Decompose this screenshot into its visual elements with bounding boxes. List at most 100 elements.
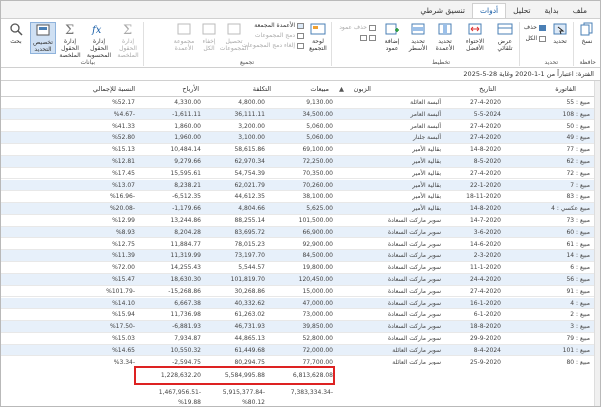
- col-header-cost[interactable]: التكلفة: [231, 81, 271, 97]
- table-row[interactable]: مبيع : 77 14-8-2020 بقالية الأمير 69,100.00…: [1, 144, 596, 156]
- group-panel-icon: [310, 22, 326, 36]
- cell-ratio: %15.13: [112, 146, 135, 154]
- expand-groups-button[interactable]: مجموعة الأعمدة: [172, 22, 196, 52]
- manage-summary-fields-button[interactable]: Σ إدارة الحقول الملخصة: [116, 22, 140, 59]
- cell-cost: 5,544.57: [238, 264, 265, 272]
- manage-summary-fields-label: إدارة الحقول الملخصة: [117, 38, 139, 59]
- hide-all-button[interactable]: إخفاء الكل: [198, 22, 220, 52]
- divider: [331, 22, 332, 66]
- copy-button[interactable]: نسخ: [577, 22, 597, 45]
- hide-all-icon: [201, 22, 217, 36]
- no-filter-label: إدارة الحقول الملخصة: [59, 38, 81, 59]
- collect-groups-button[interactable]: تحصيل المجموعات: [220, 22, 248, 52]
- cell-sales: 73,000.00: [302, 311, 333, 319]
- cell-sales: 9,130.00: [306, 99, 333, 106]
- table-row[interactable]: مبيع : 108 5-5-2024 ألبسة العامر 34,500.00 3…: [1, 108, 596, 121]
- col-header-date[interactable]: التاريخ: [446, 81, 496, 97]
- customize-selection-button[interactable]: تخصيص التحديد: [30, 22, 56, 54]
- cell-invoice: مبيع : 2: [570, 311, 590, 319]
- tab-analysis[interactable]: تحليل: [506, 4, 537, 18]
- cell-ratio: %15.47: [112, 276, 135, 283]
- cell-date: 24-4-2020: [469, 276, 501, 283]
- cell-ratio: %15.94: [112, 311, 135, 319]
- cell-invoice: مبيع : 55: [566, 99, 590, 106]
- merge-groups-item[interactable]: دمج المجموعات: [255, 32, 304, 39]
- copy-button-label: نسخ: [581, 38, 593, 45]
- table-row[interactable]: مبيع : 60 3-6-2020 سوبر ماركت السعادة 66,90…: [1, 226, 596, 239]
- col-header-profit[interactable]: الأرباح: [159, 81, 199, 97]
- select-all-item[interactable]: الكل: [526, 35, 546, 42]
- table-row[interactable]: مبيع : 62 8-5-2020 بقالية الأمير 72,250.00 6…: [1, 156, 596, 168]
- select-columns-button[interactable]: تحديد الأعمدة: [432, 22, 458, 52]
- table-row[interactable]: مبيع : 3 18-8-2020 سوبر ماركت السعادة 39,85…: [1, 321, 596, 333]
- grid-layout-icon: [360, 35, 367, 41]
- delete-selection-item[interactable]: حذف: [524, 24, 546, 31]
- table-row[interactable]: مبيع : 101 8-4-2024 سوبر ماركت العائلة 72,0…: [1, 344, 596, 357]
- table-row[interactable]: مبيع : 61 14-6-2020 سوبر ماركت السعادة 92,9…: [1, 239, 596, 251]
- cell-date: 3-6-2020: [473, 228, 501, 236]
- sigma-icon: Σ: [120, 22, 136, 38]
- table-row[interactable]: مبيع : 72 27-4-2020 بقالية الأمير 70,350.00…: [1, 168, 596, 180]
- cell-customer: بقالية الأمير: [412, 193, 441, 201]
- remove-column-item[interactable]: حذف عمود: [339, 24, 376, 31]
- sort-caret-icon[interactable]: ▲: [339, 81, 349, 97]
- select-rows-button[interactable]: تحديد الأسطر: [406, 22, 430, 52]
- cell-profit: 18,630.30: [170, 276, 201, 283]
- cell-sales: 47,000.00: [302, 299, 333, 307]
- cell-invoice: مبيع : 4: [570, 299, 590, 307]
- cell-invoice: مبيع : 62: [566, 158, 590, 165]
- cell-ratio: %11.39: [112, 252, 135, 260]
- tab-conditional-format[interactable]: تنسيق شرطي: [413, 4, 472, 18]
- vertical-scrollbar[interactable]: [594, 81, 600, 406]
- table-row[interactable]: مبيع : 6 11-1-2020 سوبر ماركت السعادة 19,80…: [1, 262, 596, 274]
- grouped-columns-item[interactable]: الأعمدة المجمعة: [254, 22, 304, 29]
- cell-ratio: %41.33: [112, 122, 135, 130]
- best-fit-button[interactable]: الاحتواء الأفضل: [460, 22, 490, 52]
- auto-view-label: عرض تلقائي: [497, 38, 513, 52]
- table-row[interactable]: مبيع : 14 2-3-2020 سوبر ماركت السعادة 84,50…: [1, 250, 596, 262]
- search-button[interactable]: بحث: [5, 22, 27, 45]
- table-row[interactable]: مبيع : 2 6-1-2020 سوبر ماركت السعادة 73,000…: [1, 309, 596, 321]
- auto-view-button[interactable]: عرض تلقائي: [492, 22, 518, 52]
- table-row[interactable]: مبيع : 79 29-9-2020 سوبر ماركت السعادة 52,8…: [1, 333, 596, 345]
- table-row[interactable]: مبيع : 73 14-7-2020 سوبر ماركت السعادة 101,…: [1, 215, 596, 227]
- table-row[interactable]: مبيع : 7 22-1-2020 بقالية الأمير 70,260.00 6…: [1, 179, 596, 192]
- cell-cost: 78,015.23: [234, 240, 265, 248]
- cell-cost: 62,970.34: [234, 158, 265, 165]
- tab-tools[interactable]: أدوات: [471, 3, 507, 18]
- col-header-sales[interactable]: مبيعات: [289, 81, 329, 97]
- group-panel-button[interactable]: لوحة التجميع: [306, 22, 330, 52]
- table-row[interactable]: مبيع : 91 27-4-2020 سوبر ماركت السعادة 15,0…: [1, 286, 596, 298]
- tab-home[interactable]: بداية: [538, 4, 566, 18]
- cell-ratio: %17.45: [112, 169, 135, 177]
- table-row[interactable]: مبيع : 4 16-1-2020 سوبر ماركت السعادة 47,00…: [1, 297, 596, 310]
- table-row[interactable]: مبيع : 49 27-4-2020 ألبسة جلنار 5,060.00 3,1…: [1, 132, 596, 144]
- col-header-customer[interactable]: الزبون: [331, 81, 371, 97]
- table-row[interactable]: مبيع : 55 27-4-2020 ألبسة العائلة 9,130.00 4…: [1, 97, 596, 109]
- cell-sales: 52,800.00: [302, 335, 333, 342]
- cell-invoice: مبيع : 77: [566, 146, 590, 154]
- cell-sales: 38,100.00: [302, 193, 333, 201]
- unmerge-groups-icon: [297, 42, 304, 49]
- table-row[interactable]: مبيع : 83 18-11-2020 بقالية الأمير 38,100.0…: [1, 191, 596, 203]
- period-filter-bar: الفترة: اعتباراً من 1-1-2020 وغاية 28-5-…: [1, 68, 600, 81]
- cell-ratio: %12.99: [112, 217, 135, 224]
- table-row[interactable]: مبيع : 56 24-4-2020 سوبر ماركت السعادة 120,…: [1, 274, 596, 286]
- cell-profit: 8,238.21: [174, 181, 201, 189]
- table-row[interactable]: مبيع : 50 27-4-2020 ألبسة العامر 5,060.00 3,…: [1, 121, 596, 133]
- tab-file[interactable]: ملف: [566, 4, 594, 18]
- cell-date: 2-3-2020: [473, 252, 501, 260]
- table-row[interactable]: مبيع عكسي : 4 14-8-2020 بقالية الأمير 5,625…: [1, 203, 596, 215]
- cell-customer: سوبر ماركت السعادة: [388, 228, 441, 236]
- select-button[interactable]: تحديد: [549, 22, 571, 45]
- cell-customer: ألبسة العامر: [410, 122, 441, 130]
- col-header-invoice[interactable]: الفاتورة: [516, 81, 576, 97]
- no-filter-button[interactable]: Σ إدارة الحقول الملخصة: [58, 22, 82, 59]
- manage-calculated-fields-button[interactable]: fx إدارة الحقول المحسوبة: [84, 22, 114, 59]
- unmerge-groups-item[interactable]: إلغاء دمج المجموعات: [242, 42, 304, 49]
- add-column-button[interactable]: إضافة عمود: [380, 22, 404, 52]
- col-header-ratio[interactable]: النسبة للإجمالي: [83, 81, 135, 97]
- remove-column-icon: [369, 24, 376, 31]
- grid-layout-item[interactable]: [360, 35, 376, 41]
- cell-cost: 88,255.14: [234, 217, 265, 224]
